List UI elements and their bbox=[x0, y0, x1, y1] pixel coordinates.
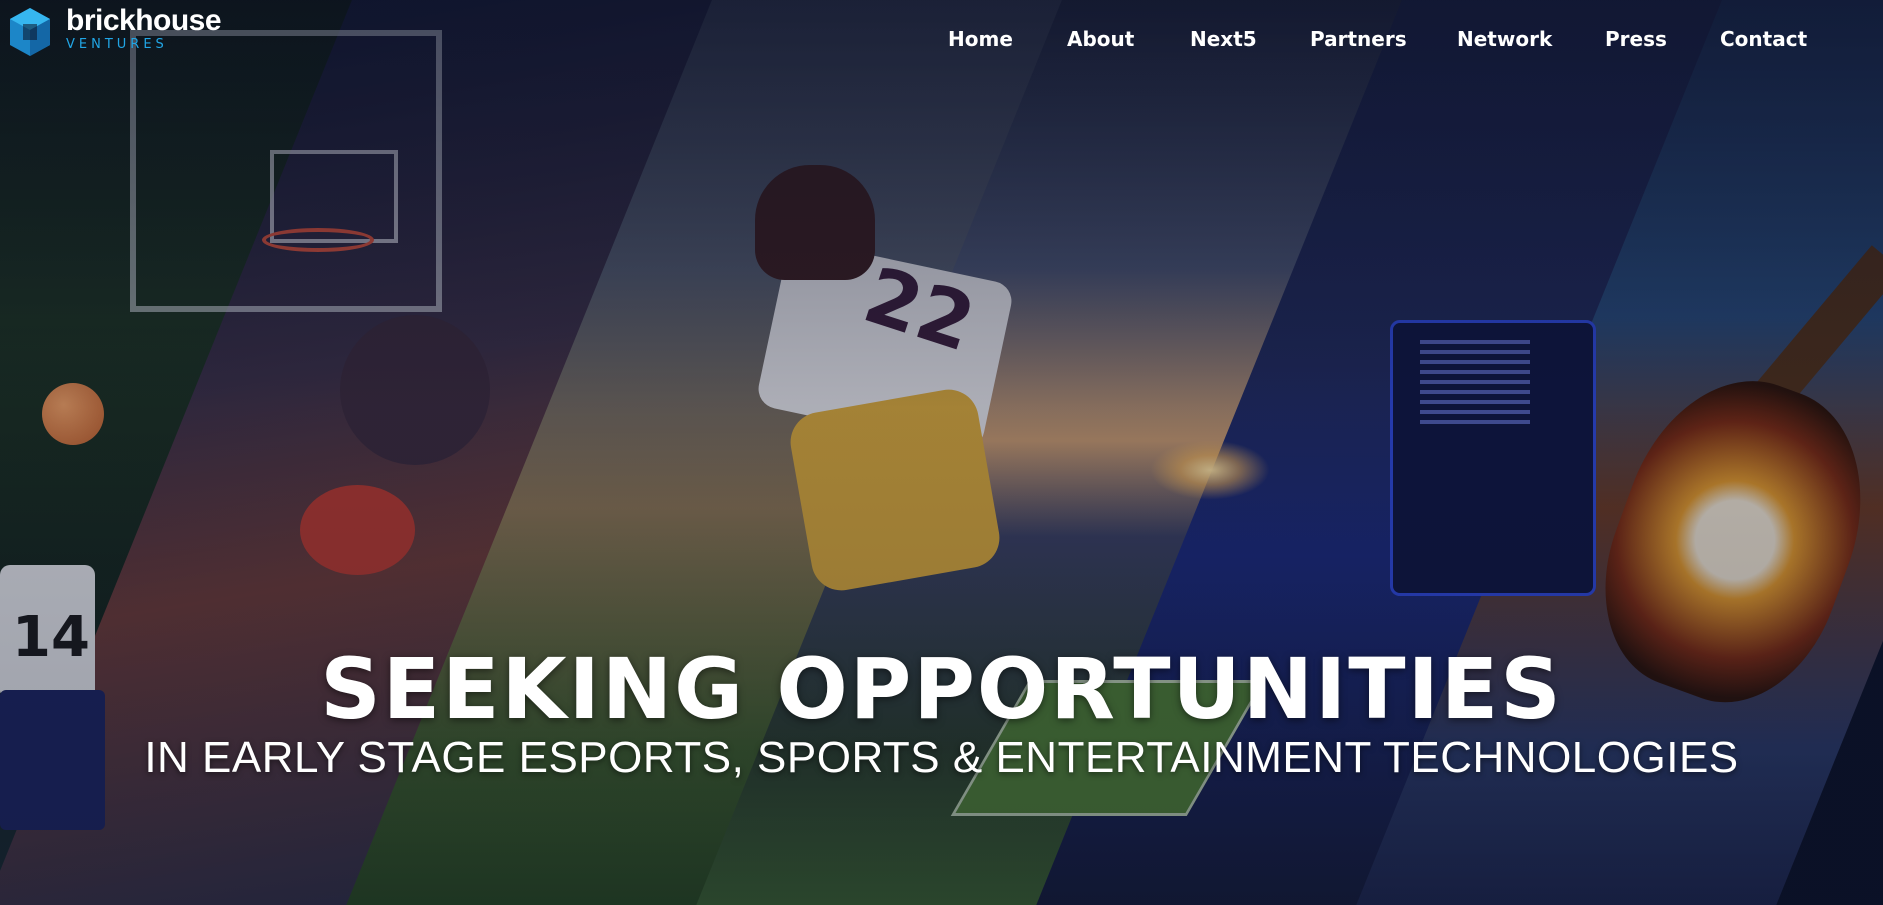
nav-home[interactable]: Home bbox=[948, 27, 1013, 51]
hero-subheadline: IN EARLY STAGE ESPORTS, SPORTS & ENTERTA… bbox=[144, 733, 1739, 782]
nav-next5[interactable]: Next5 bbox=[1190, 27, 1257, 51]
nav-about[interactable]: About bbox=[1067, 27, 1134, 51]
main-nav: Home About Next5 Partners Network Press … bbox=[0, 27, 1883, 57]
nav-press[interactable]: Press bbox=[1605, 27, 1667, 51]
nav-contact[interactable]: Contact bbox=[1720, 27, 1807, 51]
nav-network[interactable]: Network bbox=[1457, 27, 1552, 51]
nav-partners[interactable]: Partners bbox=[1310, 27, 1407, 51]
hero-headline: SEEKING OPPORTUNITIES bbox=[320, 640, 1563, 738]
